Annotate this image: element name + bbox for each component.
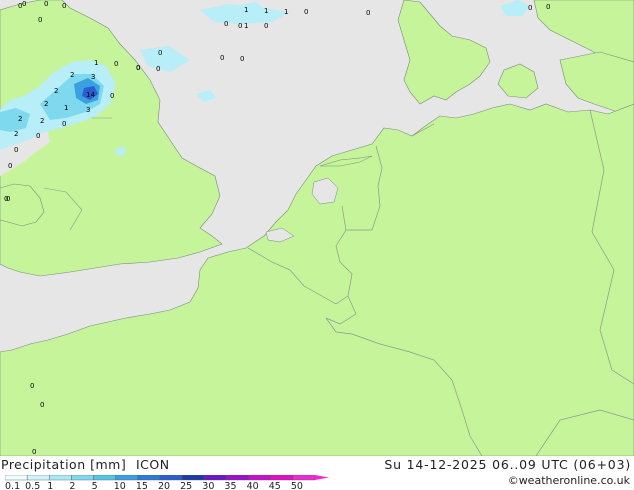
value-label: 0 (40, 401, 44, 409)
legend-tick-label: 0.5 (25, 481, 40, 490)
legend-swatch (137, 475, 161, 481)
legend-swatch (292, 475, 316, 481)
legend-tick-label: 15 (136, 481, 148, 490)
value-label: 2 (18, 115, 22, 123)
value-label: 1 (244, 6, 248, 14)
value-label: 0 (264, 22, 268, 30)
value-label: 3 (91, 73, 95, 81)
precipitation-map: 0 0 0 0 1 1 1 0 0 1 0 0 0 0 0 0 1 0 2 3 … (0, 0, 634, 456)
value-label: 1 (284, 8, 288, 16)
value-label: 2 (44, 100, 48, 108)
value-label: 0 (110, 92, 114, 100)
legend-swatch (71, 475, 94, 481)
value-label: 2 (70, 71, 74, 79)
legend-swatch (93, 475, 116, 481)
value-label: 0 (220, 54, 224, 62)
map-title: Precipitation [mm] (1, 457, 127, 472)
value-label: 0 (366, 9, 370, 17)
value-label: 0 (22, 0, 26, 8)
legend-tick-label: 45 (269, 481, 281, 490)
value-label: 0 (6, 195, 10, 203)
value-label: 0 (36, 132, 40, 140)
value-label: 0 (136, 64, 140, 72)
legend-swatch (49, 475, 72, 481)
value-label: 0 (114, 60, 118, 68)
value-label: 0 (30, 382, 34, 390)
legend-swatch (248, 475, 271, 481)
value-label: 1 (244, 22, 248, 30)
value-label: 1 (94, 59, 98, 67)
legend-swatch (204, 475, 227, 481)
value-label: 14 (86, 91, 95, 99)
value-label: 0 (62, 120, 66, 128)
value-label: 1 (264, 7, 268, 15)
value-label: 1 (64, 104, 68, 112)
value-label: 2 (54, 87, 58, 95)
legend-swatch (159, 475, 183, 481)
precipitation-legend: 0.1 0.5 1 2 5 10 15 20 25 30 35 40 45 50 (5, 475, 329, 490)
legend-tick-label: 20 (158, 481, 170, 490)
value-label: 2 (14, 130, 18, 138)
weather-map-panel: 0 0 0 0 1 1 1 0 0 1 0 0 0 0 0 0 1 0 2 3 … (0, 0, 634, 490)
legend-tick-label: 35 (224, 481, 236, 490)
legend-tick-label: 5 (92, 481, 98, 490)
legend-swatch (26, 475, 50, 481)
legend-swatch (115, 475, 139, 481)
legend-tick-label: 40 (247, 481, 259, 490)
legend-tick-label: 0.1 (5, 481, 20, 490)
value-label: 0 (546, 3, 550, 11)
value-label: 0 (18, 2, 22, 10)
legend-swatch (5, 475, 28, 481)
model-name: ICON (136, 457, 170, 472)
map-footer: Precipitation [mm] ICON Su 14-12-2025 06… (0, 456, 634, 490)
legend-tick-label: 30 (202, 481, 214, 490)
legend-swatch (270, 475, 294, 481)
value-label: 2 (40, 117, 44, 125)
value-label: 0 (44, 0, 48, 8)
legend-tick-label: 1 (47, 481, 53, 490)
legend-swatch (181, 475, 205, 481)
value-label: 0 (62, 2, 66, 10)
legend-tick-label: 2 (69, 481, 75, 490)
value-label: 0 (158, 49, 162, 57)
legend-arrow (315, 475, 329, 480)
value-label: 0 (38, 16, 42, 24)
value-label: 0 (14, 146, 18, 154)
value-label: 0 (224, 20, 228, 28)
credit-link[interactable]: ©weatheronline.co.uk (508, 474, 630, 487)
value-label: 0 (528, 4, 532, 12)
value-label: 0 (32, 448, 36, 456)
value-label: 0 (156, 65, 160, 73)
value-label: 0 (240, 55, 244, 63)
legend-tick-label: 50 (291, 481, 303, 490)
legend-tick-label: 25 (180, 481, 192, 490)
value-label: 0 (304, 8, 308, 16)
valid-time: Su 14-12-2025 06..09 UTC (06+03) (384, 457, 631, 472)
legend-tick-label: 10 (114, 481, 126, 490)
value-label: 0 (238, 22, 242, 30)
value-label: 0 (8, 162, 12, 170)
value-label: 3 (86, 106, 90, 114)
legend-swatch (226, 475, 249, 481)
